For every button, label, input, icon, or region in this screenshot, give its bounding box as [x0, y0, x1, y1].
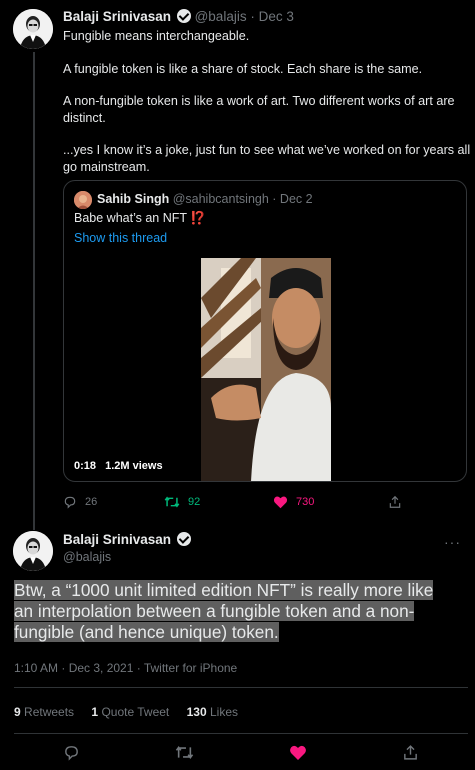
author-handle[interactable]: @balajis — [195, 9, 247, 24]
likes-stat[interactable]: 130 Likes — [187, 705, 238, 719]
divider — [14, 687, 468, 688]
like-button[interactable] — [289, 744, 307, 766]
retweet-count: 92 — [188, 496, 201, 508]
reply-icon — [65, 746, 78, 761]
tweet-stats: 9 Retweets 1 Quote Tweet 130 Likes — [14, 705, 252, 719]
tweet-paragraph: A non-fungible token is like a work of a… — [63, 94, 455, 125]
author-handle[interactable]: @balajis — [63, 550, 111, 564]
exclamation-question-icon: ⁉️ — [190, 211, 206, 225]
tweet-date[interactable]: · Dec 3 — [250, 9, 294, 24]
tweet-paragraph: A fungible token is like a share of stoc… — [63, 61, 423, 76]
divider — [14, 733, 468, 734]
share-icon — [404, 745, 417, 760]
author-name[interactable]: Balaji Srinivasan — [63, 9, 171, 24]
verified-icon — [176, 532, 191, 546]
retweets-stat[interactable]: 9 Retweets — [14, 705, 74, 719]
reply-count: 26 — [85, 496, 98, 508]
quote-header: Sahib Singh @sahibcantsingh · Dec 2 — [97, 192, 313, 206]
selected-tweet-text[interactable]: Btw, a “1000 unit limited edition NFT” i… — [14, 580, 434, 642]
quote-text: Babe what’s an NFT — [74, 211, 187, 225]
quotes-stat[interactable]: 1 Quote Tweet — [91, 705, 169, 719]
author-name-row: Balaji Srinivasan — [63, 532, 191, 547]
video-views: 1.2M views — [105, 460, 163, 472]
video-thumbnail — [201, 258, 331, 481]
tweet-paragraph: ...yes I know it’s a joke, just fun to s… — [63, 143, 471, 174]
tweet-header: Balaji Srinivasan @balajis · Dec 3 — [63, 9, 294, 25]
author-name[interactable]: Balaji Srinivasan — [63, 532, 171, 547]
verified-icon — [176, 9, 191, 23]
tweet-actions — [0, 744, 475, 764]
tweet-2-focused: Balaji Srinivasan @balajis ··· Btw, a “1… — [0, 520, 475, 770]
quote-avatar[interactable] — [74, 191, 92, 209]
avatar[interactable] — [13, 531, 53, 571]
quote-author-name[interactable]: Sahib Singh — [97, 192, 169, 206]
retweet-button[interactable] — [175, 744, 194, 766]
quote-text-line: Babe what’s an NFT ⁉️ — [74, 211, 206, 226]
video-player[interactable] — [201, 258, 331, 481]
thread-connector — [33, 52, 35, 530]
show-thread-link[interactable]: Show this thread — [74, 231, 167, 245]
like-icon — [273, 496, 288, 509]
tweet-timestamp[interactable]: 1:10 AM · Dec 3, 2021 · Twitter for iPho… — [14, 661, 237, 675]
retweet-icon — [175, 746, 194, 759]
tweet-text: Fungible means interchangeable. A fungib… — [63, 28, 471, 175]
retweet-icon — [164, 496, 180, 508]
share-button[interactable] — [388, 495, 402, 509]
video-duration: 0:18 — [74, 460, 97, 472]
tweet-text: Btw, a “1000 unit limited edition NFT” i… — [14, 580, 454, 642]
tweet-actions: 26 92 730 — [63, 495, 403, 513]
quote-date[interactable]: · Dec 2 — [272, 192, 312, 206]
tweet-1[interactable]: Balaji Srinivasan @balajis · Dec 3 Fungi… — [0, 0, 475, 530]
like-button[interactable]: 730 — [273, 495, 314, 509]
quote-author-handle[interactable]: @sahibcantsingh — [173, 192, 269, 206]
reply-icon — [64, 496, 76, 509]
video-meta: 0:18 1.2M views — [74, 460, 163, 472]
avatar[interactable] — [13, 9, 53, 49]
reply-button[interactable]: 26 — [63, 495, 97, 509]
quoted-tweet[interactable]: Sahib Singh @sahibcantsingh · Dec 2 Babe… — [63, 180, 467, 482]
reply-button[interactable] — [63, 744, 80, 766]
retweet-button[interactable]: 92 — [164, 495, 200, 509]
tweet-paragraph: Fungible means interchangeable. — [63, 29, 250, 43]
more-options-icon[interactable]: ··· — [444, 534, 461, 550]
like-icon — [290, 745, 306, 760]
like-count: 730 — [296, 496, 315, 508]
share-icon — [389, 495, 401, 508]
share-button[interactable] — [402, 744, 419, 766]
